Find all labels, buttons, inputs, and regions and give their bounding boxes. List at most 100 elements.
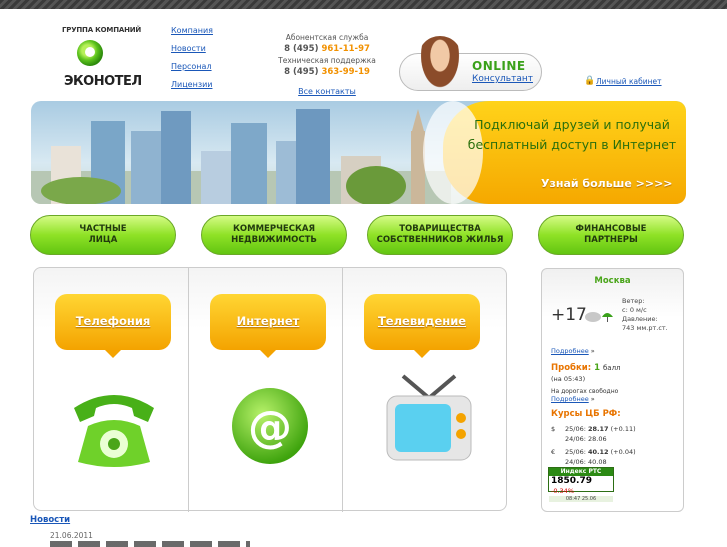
rts-title: Индекс РТС bbox=[549, 468, 613, 476]
rate-date: 25/06: bbox=[565, 425, 586, 433]
all-contacts-link[interactable]: Все контакты bbox=[298, 87, 356, 96]
traffic-details-row: Подробнее » bbox=[551, 395, 595, 404]
tech-number: 363-99-19 bbox=[321, 67, 370, 77]
service-telephony-button[interactable]: Телефония bbox=[55, 294, 171, 358]
usd-rates: $25/06: 28.17 (+0.11) 24/06: 28.06 bbox=[551, 424, 636, 444]
rate-date: 24/06: bbox=[565, 435, 586, 443]
category-label: ЧАСТНЫЕ bbox=[79, 224, 127, 234]
weather-temperature: +17 bbox=[551, 305, 587, 325]
rate-date: 24/06: bbox=[565, 458, 586, 466]
rate-change: (+0.04) bbox=[610, 448, 636, 456]
category-commercial-button[interactable]: КОММЕРЧЕСКАЯ НЕДВИЖИМОСТЬ bbox=[201, 215, 347, 255]
eur-rates: €25/06: 40.12 (+0.04) 24/06: 40.08 bbox=[551, 447, 636, 467]
rate-change: (+0.11) bbox=[610, 425, 636, 433]
service-internet-button[interactable]: Интернет bbox=[210, 294, 326, 358]
lock-icon: 🔒 bbox=[584, 76, 596, 86]
rts-time: 08:47 25.06 bbox=[549, 496, 613, 502]
cloud-umbrella-icon bbox=[585, 312, 613, 322]
logo-swirl-icon bbox=[77, 40, 103, 66]
category-label: СОБСТВЕННИКОВ ЖИЛЬЯ bbox=[376, 235, 504, 245]
category-label: ТОВАРИЩЕСТВА bbox=[399, 224, 481, 234]
rate-date: 25/06: bbox=[565, 448, 586, 456]
subscriber-number: 961-11-97 bbox=[321, 44, 370, 54]
nav-link-staff[interactable]: Персонал bbox=[171, 62, 213, 80]
weather-details: Ветер: с: 0 м/с Давление: 743 мм.рт.ст. bbox=[622, 297, 668, 333]
promo-line-1: Подключай друзей и получай bbox=[474, 117, 670, 132]
rts-change: -0.34% bbox=[551, 487, 574, 495]
city-skyline-image bbox=[31, 109, 451, 204]
news-heading-link[interactable]: Новости bbox=[30, 515, 70, 525]
dollar-icon: $ bbox=[551, 425, 556, 433]
news-headline-cropped[interactable] bbox=[50, 541, 250, 547]
weather-details-row: Подробнее » bbox=[551, 347, 595, 356]
subscriber-service-label: Абонентская служба bbox=[285, 33, 369, 42]
traffic-heading: Пробки: 1 балл bbox=[551, 363, 621, 373]
cabinet-link[interactable]: Личный кабинет bbox=[596, 77, 662, 86]
rates-title: Курсы ЦБ РФ: bbox=[551, 409, 621, 419]
traffic-label: Пробки: bbox=[551, 363, 592, 373]
personal-cabinet: 🔒 Личный кабинет bbox=[584, 76, 662, 86]
tech-phone: 8 (495) 363-99-19 bbox=[272, 66, 382, 79]
logo-name: ЭКОНОТЕЛ bbox=[64, 74, 142, 89]
traffic-unit: балл bbox=[602, 364, 621, 372]
nav-link-licenses[interactable]: Лицензии bbox=[171, 80, 213, 98]
wind-label: Ветер: bbox=[622, 297, 645, 305]
rate-value: 40.08 bbox=[588, 458, 607, 466]
service-label: Интернет bbox=[236, 314, 300, 328]
service-label: Телевидение bbox=[377, 314, 467, 328]
pressure-value: 743 мм.рт.ст. bbox=[622, 324, 668, 332]
nav-link-company[interactable]: Компания bbox=[171, 26, 213, 44]
group-label: ГРУППА КОМПАНИЙ bbox=[62, 26, 142, 34]
pressure-label: Давление: bbox=[622, 315, 658, 323]
euro-icon: € bbox=[551, 448, 556, 456]
promo-text: Подключай друзей и получай бесплатный до… bbox=[461, 115, 683, 155]
learn-more-link[interactable]: Узнай больше >>>> bbox=[541, 177, 673, 190]
wind-value: с: 0 м/с bbox=[622, 306, 647, 314]
news-date: 21.06.2011 bbox=[50, 531, 93, 540]
rate-value: 28.17 bbox=[588, 425, 609, 433]
online-subtitle: Консультант bbox=[472, 74, 533, 84]
category-buttons: ЧАСТНЫЕ ЛИЦА КОММЕРЧЕСКАЯ НЕДВИЖИМОСТЬ ТОВ… bbox=[30, 215, 686, 255]
rts-value: 1850.79 bbox=[551, 476, 592, 486]
panel-divider bbox=[342, 268, 343, 512]
weather-city: Москва bbox=[594, 276, 631, 286]
chevron-right-icon: » bbox=[590, 395, 595, 403]
promo-line-2: бесплатный доступ в Интернет bbox=[467, 137, 677, 152]
traffic-details-link[interactable]: Подробнее bbox=[551, 395, 589, 403]
category-hoa-button[interactable]: ТОВАРИЩЕСТВА СОБСТВЕННИКОВ ЖИЛЬЯ bbox=[367, 215, 513, 255]
rate-value: 28.06 bbox=[588, 435, 607, 443]
category-label: КОММЕРЧЕСКАЯ bbox=[232, 224, 316, 234]
service-label: Телефония bbox=[75, 314, 151, 328]
traffic-score: 1 bbox=[594, 363, 600, 373]
telephone-icon bbox=[74, 395, 154, 467]
tech-support-label: Техническая поддержка bbox=[278, 56, 376, 65]
subscriber-code: 8 (495) bbox=[284, 44, 319, 54]
category-private-button[interactable]: ЧАСТНЫЕ ЛИЦА bbox=[30, 215, 176, 255]
category-label: ФИНАНСОВЫЕ bbox=[575, 224, 647, 234]
consultant-avatar bbox=[418, 36, 462, 92]
tv-icon bbox=[386, 374, 472, 461]
contacts-block: Абонентская служба 8 (495) 961-11-97 Тех… bbox=[272, 33, 382, 98]
online-title: ONLINE bbox=[472, 59, 526, 73]
category-label: ПАРТНЕРЫ bbox=[584, 235, 638, 245]
rts-value-row: 1850.79 -0.34% bbox=[549, 476, 613, 496]
company-logo[interactable]: ГРУППА КОМПАНИЙ ЭКОНОТЕЛ bbox=[60, 26, 142, 96]
rts-index-widget[interactable]: Индекс РТС 1850.79 -0.34% 08:47 25.06 bbox=[548, 467, 614, 502]
services-panel: Телефония Интернет @ Телевидение bbox=[33, 267, 507, 512]
top-nav: Компания Новости Персонал Лицензии bbox=[171, 26, 213, 98]
svg-text:@: @ bbox=[248, 402, 292, 453]
at-sign-icon: @ bbox=[232, 388, 308, 464]
chevron-right-icon: » bbox=[590, 347, 595, 355]
rate-value: 40.12 bbox=[588, 448, 609, 456]
online-consultant-button[interactable]: ONLINE Консультант bbox=[399, 36, 542, 92]
weather-details-link[interactable]: Подробнее bbox=[551, 347, 589, 355]
traffic-time: (на 05:43) bbox=[551, 375, 586, 383]
category-partners-button[interactable]: ФИНАНСОВЫЕ ПАРТНЕРЫ bbox=[538, 215, 684, 255]
subscriber-phone: 8 (495) 961-11-97 bbox=[272, 43, 382, 56]
panel-divider bbox=[188, 268, 189, 512]
promo-banner[interactable]: Подключай друзей и получай бесплатный до… bbox=[31, 101, 686, 204]
category-label: НЕДВИЖИМОСТЬ bbox=[231, 235, 317, 245]
tech-code: 8 (495) bbox=[284, 67, 319, 77]
nav-link-news[interactable]: Новости bbox=[171, 44, 213, 62]
service-tv-button[interactable]: Телевидение bbox=[364, 294, 480, 358]
